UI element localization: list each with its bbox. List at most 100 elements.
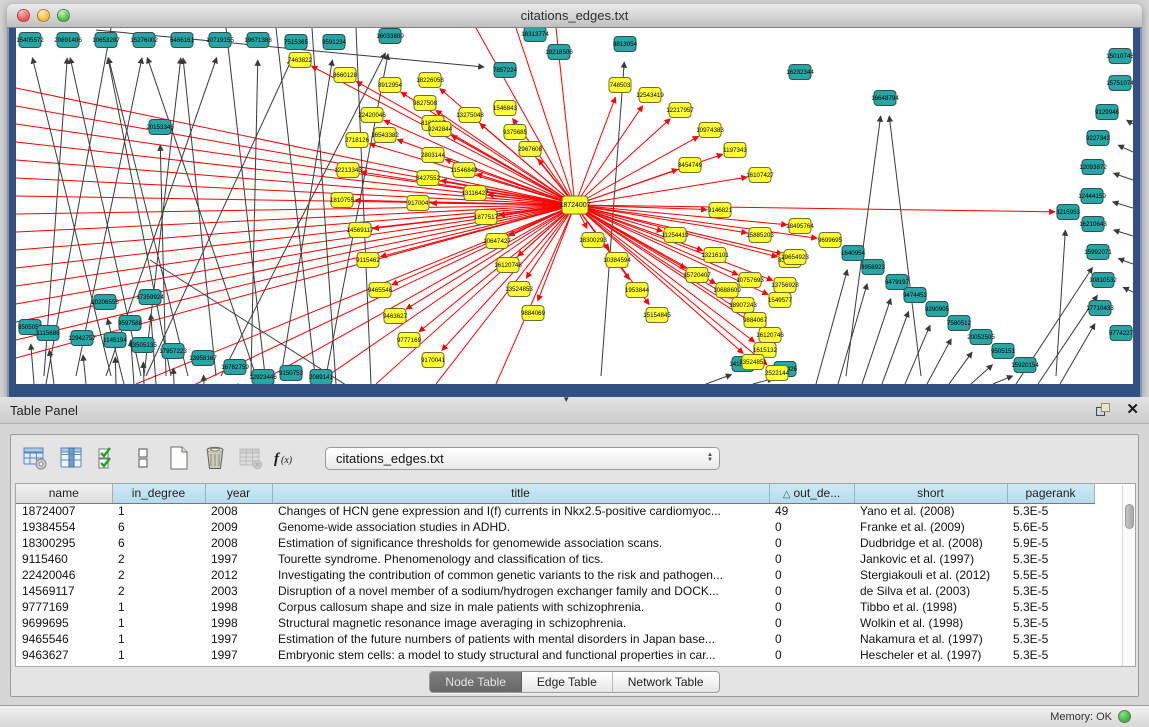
graph-node-yellow[interactable]: 18724007	[559, 196, 590, 214]
graph-node-yellow[interactable]: 9699695	[818, 233, 843, 248]
graph-node-teal[interactable]: 17359924	[136, 290, 164, 305]
graph-node-yellow[interactable]: 12213343	[334, 163, 362, 178]
table-row[interactable]: 911546021997Tourette syndrome. Phenomeno…	[16, 551, 1094, 567]
graph-node-yellow[interactable]: 15154845	[643, 308, 671, 323]
tab-node-table[interactable]: Node Table	[430, 672, 522, 692]
close-icon[interactable]: ✕	[1126, 403, 1139, 417]
column-header-year[interactable]: year	[205, 484, 272, 503]
new-document-button[interactable]	[165, 444, 193, 472]
table-row[interactable]: 1872400712008Changes of HCN gene express…	[16, 503, 1094, 519]
graph-node-teal[interactable]: 3215953	[1056, 205, 1081, 220]
graph-node-yellow[interactable]: 11546843	[450, 163, 478, 178]
graph-node-teal[interactable]: 12093872	[1079, 160, 1107, 175]
graph-node-teal[interactable]: 9591234	[322, 35, 347, 50]
graph-node-yellow[interactable]: 13216101	[701, 248, 729, 263]
graph-node-teal[interactable]: 9474453	[903, 288, 928, 303]
graph-node-yellow[interactable]: 18300293	[579, 233, 607, 248]
graph-node-teal[interactable]: 15405572	[16, 33, 44, 48]
graph-node-teal[interactable]: 2089141	[309, 370, 334, 385]
graph-node-yellow[interactable]: 15720407	[683, 268, 711, 283]
graph-node-teal[interactable]: 9597588	[118, 316, 143, 331]
graph-node-yellow[interactable]: 12217957	[666, 103, 694, 118]
graph-node-yellow[interactable]: 18226058	[416, 73, 444, 88]
graph-node-yellow[interactable]: 2522144	[765, 366, 790, 381]
graph-node-yellow[interactable]: 13524851	[739, 355, 767, 370]
graph-node-yellow[interactable]: 8660128	[333, 68, 358, 83]
graph-node-teal[interactable]: 19671388	[244, 33, 272, 48]
graph-node-yellow[interactable]: 15885203	[746, 228, 774, 243]
graph-node-yellow[interactable]: 2967608	[518, 142, 543, 157]
graph-node-teal[interactable]: 15010746	[1106, 49, 1133, 64]
graph-node-yellow[interactable]: 2718126	[345, 133, 370, 148]
graph-node-teal[interactable]: 15992071	[1084, 245, 1112, 260]
graph-node-yellow[interactable]: 1877517	[474, 210, 499, 225]
graph-node-teal[interactable]: 19218506	[545, 45, 573, 60]
graph-node-yellow[interactable]: 14569117	[346, 223, 374, 238]
column-header-name[interactable]: name	[16, 484, 112, 503]
graph-node-teal[interactable]: 6774227	[1109, 326, 1133, 341]
graph-node-yellow[interactable]: 9115462	[356, 253, 380, 268]
graph-node-yellow[interactable]: 9884069	[521, 306, 546, 321]
delete-button[interactable]	[201, 444, 229, 472]
graph-node-yellow[interactable]: 9827508	[413, 96, 438, 111]
graph-node-teal[interactable]: 13958167	[189, 351, 217, 366]
show-columns-button[interactable]	[57, 444, 85, 472]
graph-node-yellow[interactable]: 8454749	[678, 158, 703, 173]
column-header-short[interactable]: short	[854, 484, 1007, 503]
graph-node-teal[interactable]: 16782759	[221, 360, 249, 375]
splitter-collapse-icon[interactable]: ▾	[564, 394, 569, 405]
table-row[interactable]: 946554611997Estimation of the future num…	[16, 631, 1094, 647]
graph-node-teal[interactable]: 12444159	[1078, 189, 1106, 204]
graph-node-yellow[interactable]: 1549577	[768, 293, 793, 308]
graph-node-teal[interactable]: 9129946	[1095, 105, 1120, 120]
graph-node-teal[interactable]: 10653287	[92, 33, 120, 48]
graph-node-yellow[interactable]: 917004	[407, 196, 429, 211]
table-row[interactable]: 1830029562008Estimation of significance …	[16, 535, 1094, 551]
close-window-icon[interactable]	[17, 9, 30, 22]
scrollbar-thumb[interactable]	[1125, 504, 1134, 529]
graph-node-teal[interactable]: 8290905	[925, 302, 950, 317]
function-button[interactable]: f(x)	[273, 444, 301, 472]
graph-node-teal[interactable]: 1640954	[841, 246, 866, 261]
minimize-window-icon[interactable]	[37, 9, 50, 22]
graph-node-teal[interactable]: 12923446	[249, 370, 277, 385]
table-selector-dropdown[interactable]: citations_edges.txt▲▼	[325, 447, 720, 470]
graph-node-teal[interactable]: 7857224	[493, 63, 518, 78]
graph-node-teal[interactable]: 18313774	[521, 28, 549, 42]
graph-node-yellow[interactable]: 1546843	[493, 101, 518, 116]
graph-node-teal[interactable]: 15276002	[130, 33, 158, 48]
graph-node-yellow[interactable]: 1953844	[625, 283, 650, 298]
graph-node-teal[interactable]: 20153346	[146, 120, 174, 135]
graph-node-yellow[interactable]: 10384594	[603, 253, 631, 268]
graph-node-teal[interactable]: 10810532	[1089, 273, 1117, 288]
graph-node-teal[interactable]: 7580512	[947, 316, 972, 331]
unselect-all-button[interactable]	[129, 444, 157, 472]
graph-node-teal[interactable]: 16210643	[1079, 217, 1107, 232]
graph-node-teal[interactable]: 17957223	[159, 344, 187, 359]
select-all-button[interactable]	[93, 444, 121, 472]
tab-network-table[interactable]: Network Table	[613, 672, 719, 692]
graph-node-yellow[interactable]: 16107427	[746, 168, 774, 183]
graph-node-teal[interactable]: 7515365	[284, 35, 309, 50]
graph-node-yellow[interactable]: 13524853	[505, 282, 533, 297]
graph-node-yellow[interactable]: 2803144	[421, 148, 446, 163]
graph-node-yellow[interactable]: 10647427	[483, 234, 511, 249]
graph-node-teal[interactable]: 8813054	[613, 37, 638, 52]
graph-node-teal[interactable]: 8958923	[861, 260, 886, 275]
graph-node-yellow[interactable]: 16120748	[494, 258, 522, 273]
graph-node-teal[interactable]: 12942757	[68, 331, 96, 346]
window-titlebar[interactable]: citations_edges.txt	[7, 4, 1142, 28]
graph-node-teal[interactable]: 17710433	[1086, 301, 1114, 316]
graph-node-teal[interactable]: 9505151	[991, 344, 1016, 359]
graph-node-yellow[interactable]: 7463822	[288, 53, 313, 68]
graph-node-yellow[interactable]: 10688609	[713, 283, 741, 298]
graph-node-teal[interactable]: 20891406	[54, 33, 82, 48]
graph-node-yellow[interactable]: 16120746	[756, 328, 784, 343]
float-window-icon[interactable]	[1096, 403, 1112, 417]
graph-node-teal[interactable]: 1145194	[103, 333, 127, 348]
graph-node-yellow[interactable]: 19654923	[781, 250, 809, 265]
graph-node-teal[interactable]: 10719155	[206, 33, 234, 48]
graph-node-yellow[interactable]: 13275048	[456, 108, 484, 123]
graph-node-yellow[interactable]: 9884067	[743, 313, 768, 328]
zoom-window-icon[interactable]	[57, 9, 70, 22]
